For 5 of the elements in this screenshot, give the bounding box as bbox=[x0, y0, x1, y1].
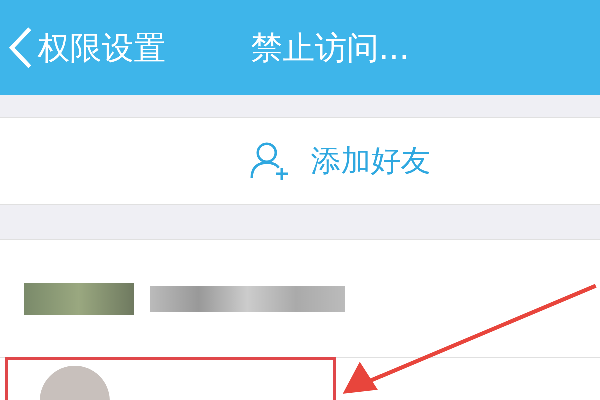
add-person-icon bbox=[249, 140, 291, 182]
add-friend-button[interactable]: 添加好友 bbox=[0, 117, 600, 205]
chevron-left-icon bbox=[8, 26, 34, 70]
page-title: 禁止访问... bbox=[251, 28, 410, 68]
back-button[interactable]: 权限设置 bbox=[8, 24, 166, 72]
